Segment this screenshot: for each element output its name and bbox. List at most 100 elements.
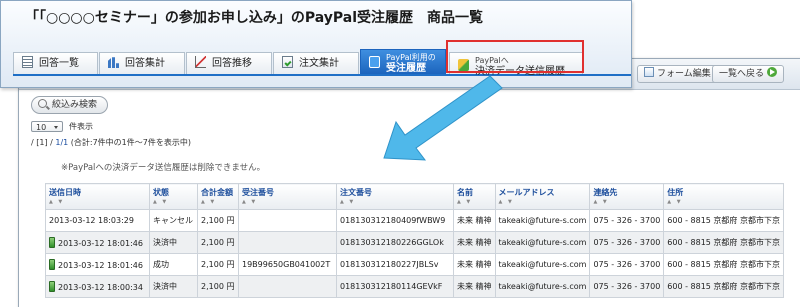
per-page-select[interactable]: 10 xyxy=(31,121,63,132)
search-icon xyxy=(38,99,47,108)
table-body: 2013-03-12 18:03:29 キャンセル 2,100 円 018130312… xyxy=(45,209,784,298)
table-cell: 未来 精神 xyxy=(453,275,496,298)
table-cell: 600 - 8815 京都府 京都市下京 xyxy=(663,231,784,254)
table-cell: takeaki@future-s.com xyxy=(494,231,591,254)
sort-arrows-icon[interactable]: ▲ ▼ xyxy=(667,199,780,205)
table-cell: 075 - 326 - 3700 xyxy=(589,275,665,298)
pager-page-link[interactable]: 1/1 xyxy=(55,138,68,147)
cell-text: 2013-03-12 18:03:29 xyxy=(49,216,134,225)
table-cell: 2,100 円 xyxy=(197,275,239,298)
sort-arrows-icon[interactable]: ▲ ▼ xyxy=(340,199,450,205)
cell-text: 075 - 326 - 3700 xyxy=(593,216,661,225)
page-title: 「「○○○○セミナー」の参加お申し込み」のPayPal受注履歴 商品一覧 xyxy=(25,10,484,26)
column-header-label: メールアドレス xyxy=(498,188,555,197)
table-cell: キャンセル xyxy=(149,209,198,232)
tab-answer-trend[interactable]: 回答推移 xyxy=(186,52,272,74)
cell-text: 018130312180409fWBW9 xyxy=(340,216,446,225)
column-header-label: 名前 xyxy=(457,188,473,197)
column-header[interactable]: 受注番号 ▲ ▼ xyxy=(238,183,337,210)
column-header-label: 状態 xyxy=(153,188,169,197)
column-header[interactable]: 連絡先 ▲ ▼ xyxy=(589,183,665,210)
highlight-box xyxy=(446,40,584,73)
table-cell: 成功 xyxy=(149,253,198,276)
column-header-label: 送信日時 xyxy=(49,188,81,197)
line-chart-icon xyxy=(195,56,206,68)
per-page-label: 件表示 xyxy=(69,122,93,131)
column-header-label: 受注番号 xyxy=(242,188,274,197)
table-cell: 2013-03-12 18:03:29 xyxy=(45,209,150,232)
column-header[interactable]: 合計金額 ▲ ▼ xyxy=(197,183,239,210)
table-cell: 決済中 xyxy=(149,275,198,298)
table-cell: 600 - 8815 京都府 京都市下京 xyxy=(663,253,784,276)
screenshot-stage: フォーム編集 一覧へ戻る 絞込み検索 10 件表示 / [1] / 1/1 (合計… xyxy=(0,0,800,307)
tab-label: 回答推移 xyxy=(212,58,252,69)
form-edit-label: フォーム編集 xyxy=(657,69,711,79)
cell-text: 075 - 326 - 3700 xyxy=(593,238,661,247)
cell-text: 600 - 8815 京都府 京都市下京 xyxy=(667,282,780,291)
cell-text: 075 - 326 - 3700 xyxy=(593,260,661,269)
sort-arrows-icon[interactable]: ▲ ▼ xyxy=(201,199,235,205)
table-cell: 未来 精神 xyxy=(453,253,496,276)
table-cell: 2,100 円 xyxy=(197,253,239,276)
back-to-list-button[interactable]: 一覧へ戻る xyxy=(712,65,785,83)
table-cell: 018130312180226GGLOk xyxy=(336,231,454,254)
tab-answer-summary[interactable]: 回答集計 xyxy=(99,52,185,74)
cell-text: 2,100 円 xyxy=(201,216,235,225)
column-header[interactable]: 送信日時 ▲ ▼ xyxy=(45,183,150,210)
table-cell: 075 - 326 - 3700 xyxy=(589,253,665,276)
column-header[interactable]: メールアドレス ▲ ▼ xyxy=(494,183,591,210)
filter-search-button[interactable]: 絞込み検索 xyxy=(31,96,109,114)
tab-label: 注文集計 xyxy=(299,58,339,69)
sort-arrows-icon[interactable]: ▲ ▼ xyxy=(242,199,333,205)
list-icon xyxy=(22,56,33,68)
table-cell: takeaki@future-s.com xyxy=(494,209,591,232)
table-cell: 018130312180114GEVkF xyxy=(336,275,454,298)
cell-text: 2013-03-12 18:01:46 xyxy=(58,239,143,248)
cell-text: takeaki@future-s.com xyxy=(498,260,587,269)
back-to-list-label: 一覧へ戻る xyxy=(719,69,765,79)
cell-text: 未来 精神 xyxy=(457,260,492,269)
sort-arrows-icon[interactable]: ▲ ▼ xyxy=(593,199,660,205)
cell-text: 19B99650GB041002T xyxy=(242,260,331,269)
sort-arrows-icon[interactable]: ▲ ▼ xyxy=(499,199,587,205)
column-header-label: 住所 xyxy=(667,188,684,197)
cell-text: takeaki@future-s.com xyxy=(498,216,587,225)
cell-text: 018130312180114GEVkF xyxy=(340,282,443,291)
form-edit-button[interactable]: フォーム編集 xyxy=(637,65,718,83)
column-header[interactable]: 名前 ▲ ▼ xyxy=(453,183,496,210)
table-cell: 075 - 326 - 3700 xyxy=(589,209,665,232)
tab-paypal-order-history[interactable]: PayPal利用の 受注履歴 xyxy=(360,49,446,74)
table-row: 2013-03-12 18:00:34 決済中 2,100 円 01813031218… xyxy=(45,275,784,298)
sort-arrows-icon[interactable]: ▲ ▼ xyxy=(457,199,492,205)
table-cell xyxy=(238,231,337,254)
cell-text: 2,100 円 xyxy=(201,282,235,291)
table-cell: 018130312180227JBLSv xyxy=(336,253,454,276)
back-arrow-icon xyxy=(767,67,778,77)
sort-arrows-icon[interactable]: ▲ ▼ xyxy=(153,199,194,205)
cell-text: takeaki@future-s.com xyxy=(498,238,587,247)
column-header[interactable]: 注文番号 ▲ ▼ xyxy=(336,183,454,210)
bar-chart-icon xyxy=(108,57,119,68)
cell-text: 決済中 xyxy=(153,282,177,291)
table-cell: 19B99650GB041002T xyxy=(238,253,337,276)
table-cell: 決済中 xyxy=(149,231,198,254)
cell-text: 018130312180227JBLSv xyxy=(340,260,439,269)
table-cell: 2013-03-12 18:01:46 xyxy=(45,253,150,276)
cell-text: takeaki@future-s.com xyxy=(498,282,587,291)
cell-text: 600 - 8815 京都府 京都市下京 xyxy=(667,260,780,269)
column-header[interactable]: 状態 ▲ ▼ xyxy=(149,183,198,210)
tab-answer-list[interactable]: 回答一覧 xyxy=(13,52,98,74)
cell-text: 決済中 xyxy=(153,238,177,247)
table-cell xyxy=(238,209,337,232)
column-header[interactable]: 住所 ▲ ▼ xyxy=(663,183,784,210)
mobile-phone-icon xyxy=(49,281,55,292)
table-cell: 2013-03-12 18:00:34 xyxy=(45,275,150,298)
sort-arrows-icon[interactable]: ▲ ▼ xyxy=(49,199,146,205)
cell-text: 2,100 円 xyxy=(201,260,235,269)
mobile-phone-icon xyxy=(49,237,55,248)
tab-order-summary[interactable]: 注文集計 xyxy=(273,52,359,74)
cell-text: 成功 xyxy=(153,260,169,269)
pager-info: (合計:7件中の1件〜7件を表示中) xyxy=(70,138,191,147)
mobile-phone-icon xyxy=(49,259,55,270)
order-check-icon xyxy=(282,56,293,68)
